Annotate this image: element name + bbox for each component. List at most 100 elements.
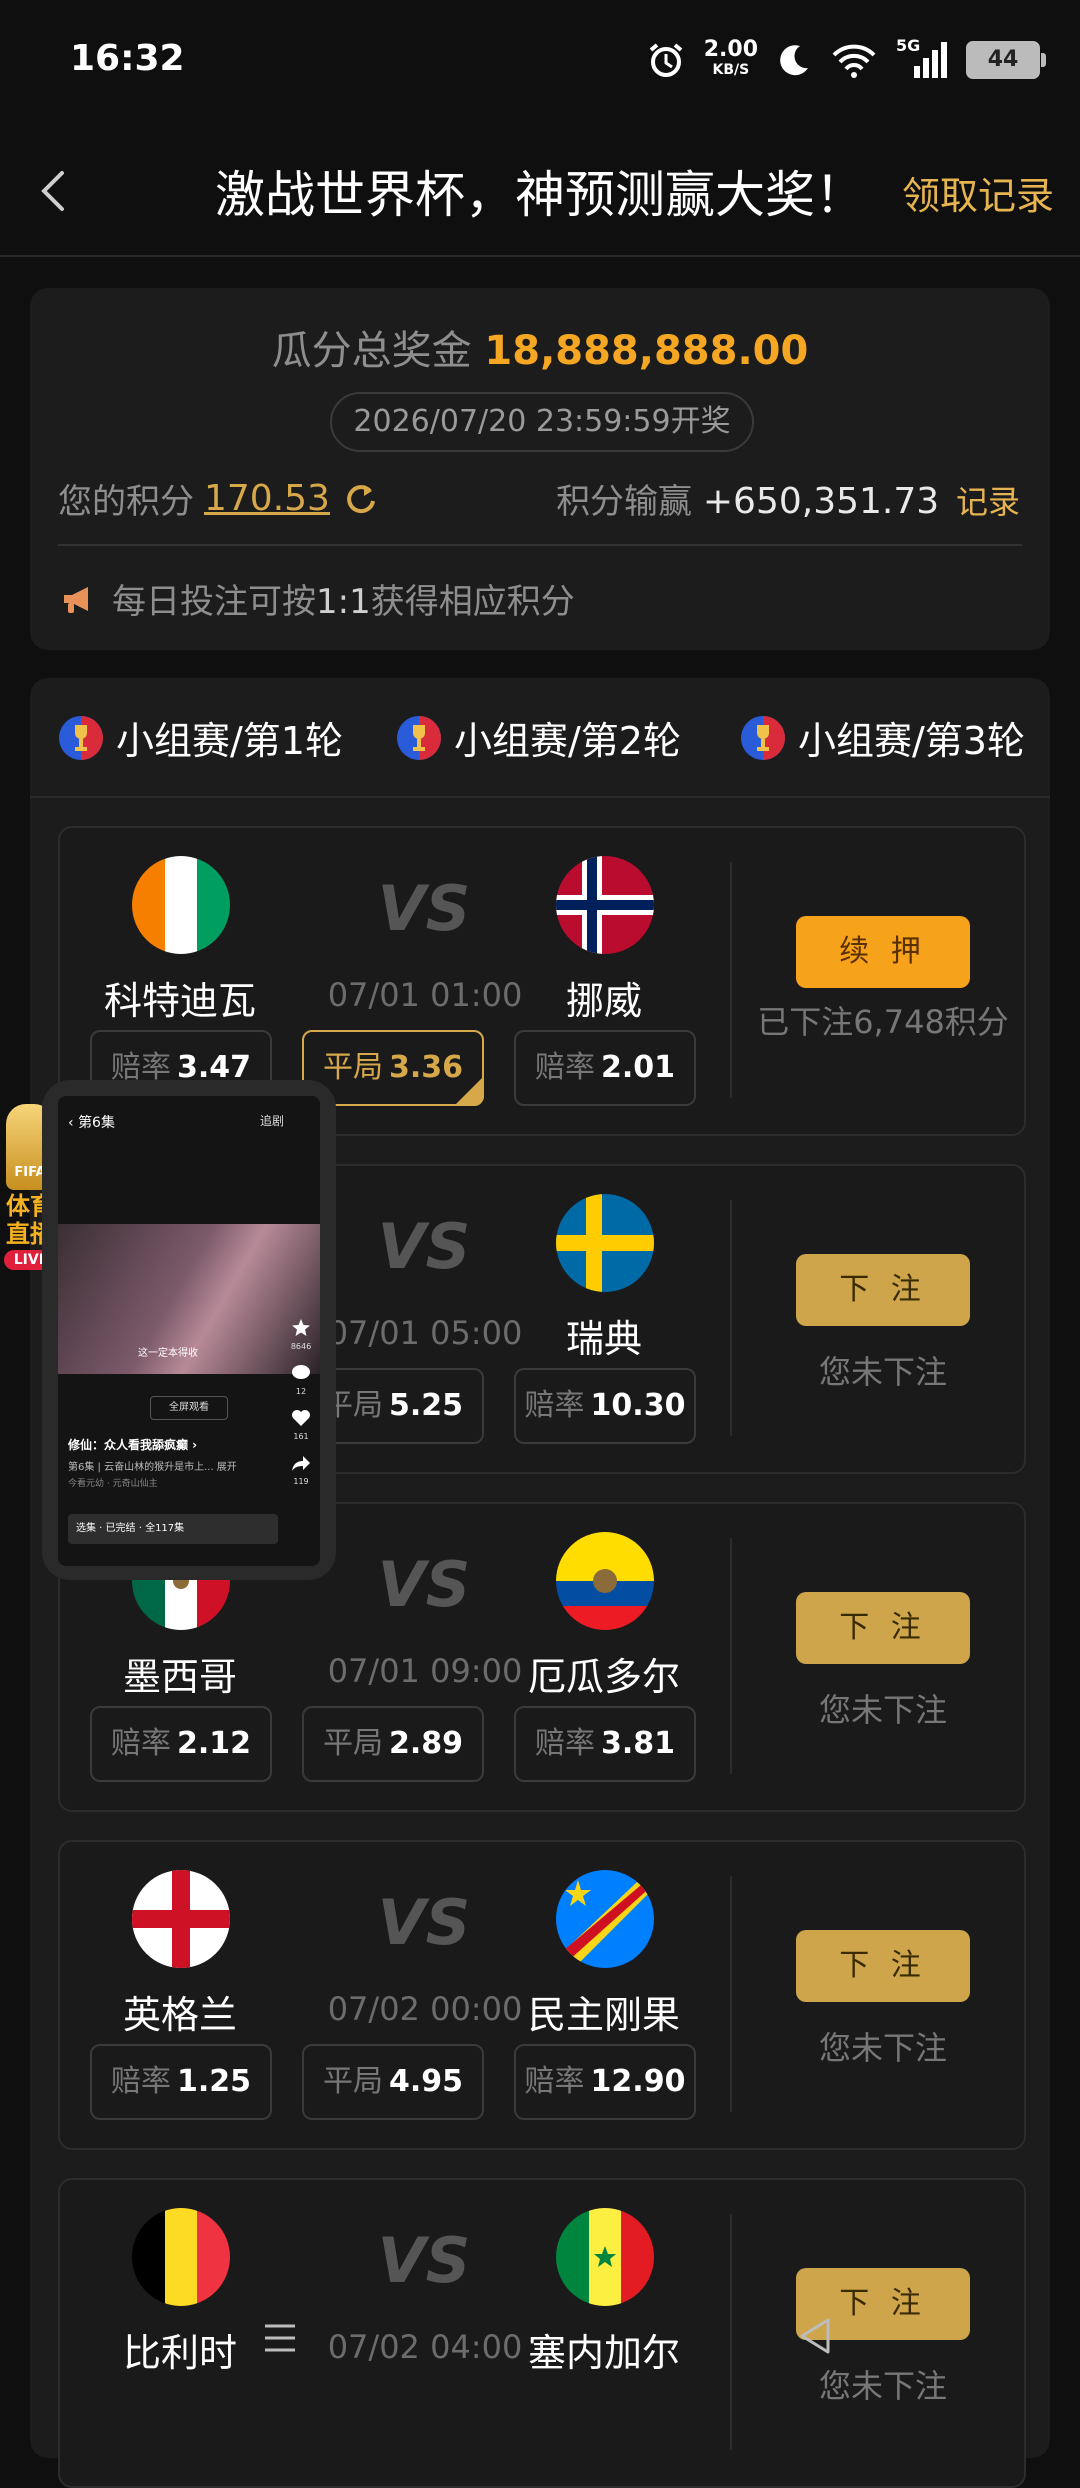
tab-round-2[interactable]: 小组赛/第2轮 [396, 710, 681, 765]
network-speed: 2.00 KB/S [704, 39, 758, 80]
megaphone-icon [64, 586, 88, 613]
winloss-value: +650,351.73 [702, 481, 940, 522]
odds-value: 10.30 [590, 1388, 686, 1423]
bet-button[interactable]: 下 注 [796, 1592, 970, 1664]
continue-bet-button[interactable]: 续 押 [796, 916, 970, 988]
tab-round-1[interactable]: 小组赛/第1轮 [58, 710, 343, 765]
bet-status: 您未下注 [818, 1691, 947, 1729]
video-caption: 这一定本得收 [138, 1348, 198, 1359]
heart-icon[interactable] [291, 1408, 311, 1428]
home-odds-button[interactable]: 赔率 1.25 [90, 2044, 272, 2120]
divider [730, 1200, 732, 1436]
winloss-label: 积分输赢 [556, 482, 693, 522]
odds-value: 3.36 [388, 1050, 464, 1085]
prize-pool-amount: 18,888,888.00 [484, 328, 809, 374]
nav-back-icon[interactable] [796, 2316, 836, 2356]
belgium-flag-icon [132, 2208, 230, 2306]
like-count: 161 [293, 1432, 309, 1441]
star-icon[interactable] [291, 1318, 311, 1338]
odds-label: 赔率 [534, 1050, 595, 1085]
notice-ratio: 1:1 [316, 582, 371, 622]
draw-odds-button[interactable]: 平局 2.89 [302, 1706, 484, 1782]
tab-label: 小组赛/第3轮 [798, 719, 1025, 763]
my-points-label: 您的积分 [58, 482, 194, 522]
daily-notice: 每日投注可按1:1获得相应积分 [58, 574, 575, 623]
status-time: 16:32 [70, 38, 185, 79]
divider [730, 1538, 732, 1774]
menu-icon[interactable] [262, 2320, 298, 2356]
my-points-value[interactable]: 170.53 [204, 478, 330, 519]
prize-pool-line: 瓜分总奖金 18,888,888.00 [30, 318, 1050, 376]
floating-video-player[interactable]: ‹ 第6集 追剧 这一定本得收 全屏观看 修仙：众人看我舔疯癫 › 第6集 | … [42, 1080, 336, 1580]
norway-flag-icon [556, 856, 654, 954]
odds-value: 12.90 [590, 2064, 686, 2099]
draw-time-badge: 2026/07/20 23:59:59开奖 [330, 392, 754, 452]
comment-count: 12 [295, 1387, 307, 1396]
sweden-flag-icon [556, 1194, 654, 1292]
drama-title[interactable]: 修仙：众人看我舔疯癫 › [68, 1436, 197, 1453]
tab-label: 小组赛/第2轮 [454, 719, 681, 763]
odds-value: 4.95 [388, 2064, 464, 2099]
status-icons: 2.00 KB/S 5G 44 [646, 36, 1046, 84]
net-speed-unit: KB/S [712, 62, 750, 78]
odds-label: 赔率 [524, 1388, 585, 1423]
round-tabs: 小组赛/第1轮 小组赛/第2轮 小组赛/第3轮 [30, 678, 1050, 798]
tab-label: 小组赛/第1轮 [116, 719, 343, 763]
battery-indicator: 44 [966, 41, 1046, 79]
notice-prefix: 每日投注可按 [112, 582, 316, 622]
comment-icon[interactable] [291, 1363, 311, 1383]
away-odds-button[interactable]: 赔率 2.01 [514, 1030, 696, 1106]
odds-label: 平局 [322, 2064, 383, 2099]
status-bar: 16:32 2.00 KB/S 5G 44 [0, 0, 1080, 125]
episode-label: 第6集 [78, 1115, 115, 1131]
divider [730, 2214, 732, 2450]
odds-label: 赔率 [110, 2064, 171, 2099]
odds-label: 赔率 [524, 2064, 585, 2099]
wifi-icon [832, 44, 876, 78]
ecuador-flag-icon [556, 1532, 654, 1630]
odds-label: 赔率 [534, 1726, 595, 1761]
odds-value: 2.89 [388, 1726, 464, 1761]
dr-congo-flag-icon [556, 1870, 654, 1968]
episode-title: ‹ 第6集 [68, 1115, 115, 1131]
drama-credits: 今看元幼 · 元奇山仙主 [68, 1479, 158, 1489]
claim-records-link[interactable]: 领取记录 [902, 165, 1054, 220]
divider [730, 1876, 732, 2112]
share-count: 119 [293, 1477, 309, 1486]
match-card: 英格兰 VS 07/02 00:00 民主刚果 赔率 1.25 平局 4.95 赔率… [58, 1840, 1026, 2150]
world-cup-icon [397, 715, 441, 760]
odds-value: 2.01 [600, 1050, 676, 1085]
away-odds-button[interactable]: 赔率 3.81 [514, 1706, 696, 1782]
notice-suffix: 获得相应积分 [370, 582, 575, 622]
vs-label: VS [377, 1548, 471, 1621]
vs-label: VS [377, 1886, 471, 1959]
mini-player-screen[interactable]: ‹ 第6集 追剧 这一定本得收 全屏观看 修仙：众人看我舔疯癫 › 第6集 | … [58, 1096, 320, 1566]
follow-button[interactable]: 追剧 [260, 1112, 284, 1129]
divider [58, 544, 1022, 546]
draw-odds-button[interactable]: 平局 4.95 [302, 2044, 484, 2120]
refresh-icon[interactable] [340, 479, 380, 519]
network-type: 5G [896, 36, 921, 55]
fullscreen-button[interactable]: 全屏观看 [150, 1396, 228, 1420]
odds-value: 2.12 [176, 1726, 252, 1761]
signal-icon: 5G [896, 36, 948, 80]
bet-status: 您未下注 [818, 2029, 947, 2067]
tab-round-3[interactable]: 小组赛/第3轮 [740, 710, 1025, 765]
away-team-name: 塞内加尔 [527, 2331, 680, 2375]
winloss-record-link[interactable]: 记录 [956, 483, 1020, 521]
odds-value: 1.25 [176, 2064, 252, 2099]
share-icon[interactable] [291, 1453, 311, 1473]
points-winloss: 积分输赢 +650,351.73 记录 [556, 474, 1020, 523]
home-team-name: 墨西哥 [122, 1655, 237, 1699]
episode-selector[interactable]: 选集 · 已完结 · 全117集 [68, 1514, 278, 1544]
bet-button[interactable]: 下 注 [796, 1254, 970, 1326]
away-odds-button[interactable]: 赔率 12.90 [514, 2044, 696, 2120]
bet-status: 您未下注 [818, 1353, 947, 1391]
senegal-flag-icon [556, 2208, 654, 2306]
away-odds-button[interactable]: 赔率 10.30 [514, 1368, 696, 1444]
bet-button[interactable]: 下 注 [796, 1930, 970, 2002]
home-odds-button[interactable]: 赔率 2.12 [90, 1706, 272, 1782]
odds-label: 赔率 [110, 1726, 171, 1761]
odds-value: 3.81 [600, 1726, 676, 1761]
episode-description: 第6集 | 云奋山林的猴升是市上... 展开 [68, 1462, 237, 1473]
